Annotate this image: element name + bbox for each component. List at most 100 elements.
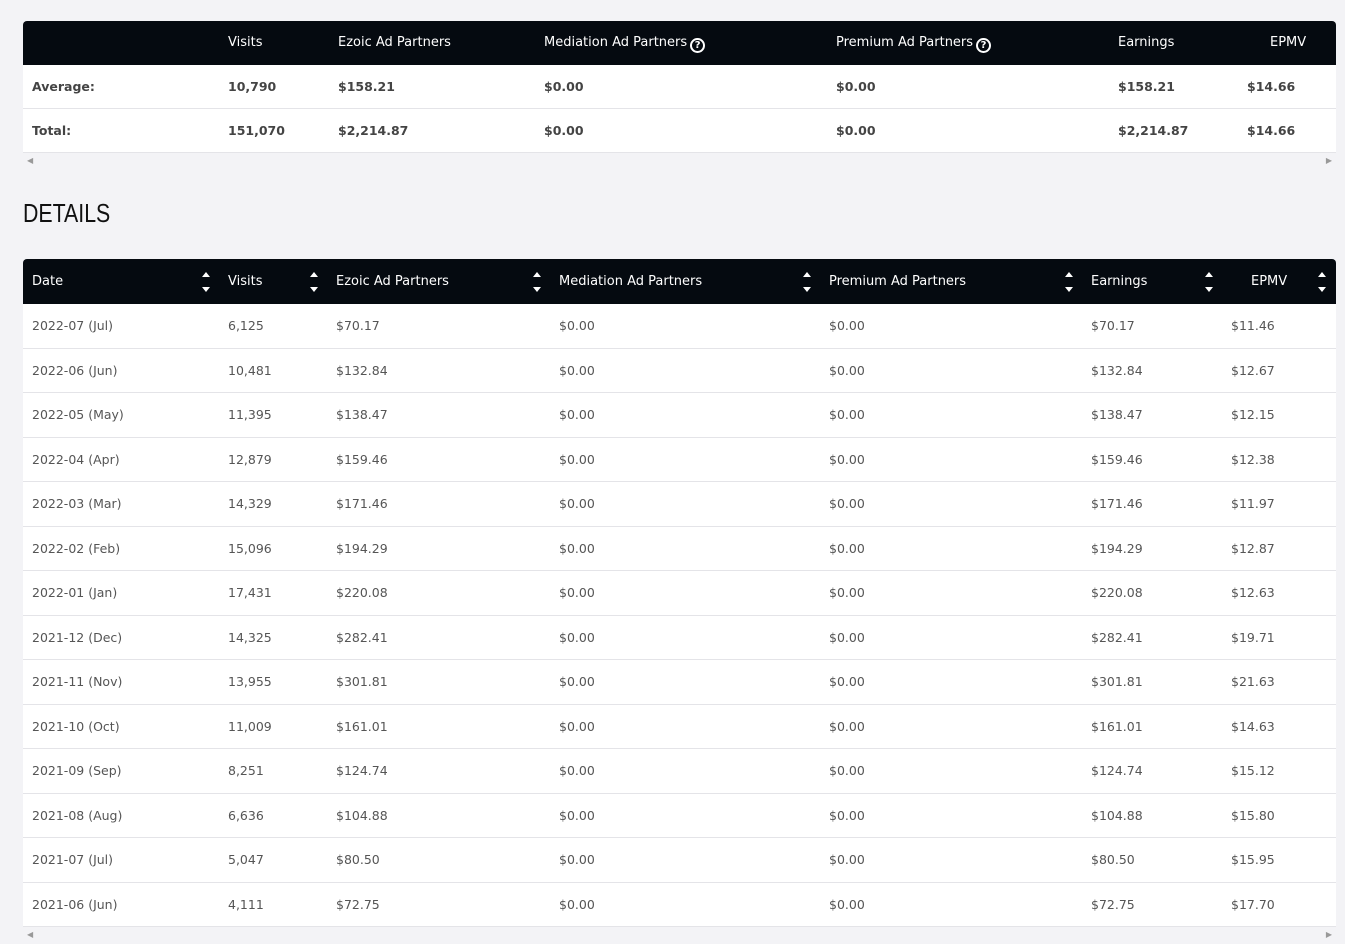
summary-label: Average: (32, 79, 95, 94)
sort-icon[interactable] (1205, 271, 1215, 293)
col-header-visits[interactable]: Visits (228, 259, 262, 304)
row-epmv: $17.70 (1231, 896, 1275, 912)
row-epmv: $15.95 (1231, 852, 1275, 867)
col-header-ezoic[interactable]: Ezoic Ad Partners (336, 259, 449, 304)
sort-icon[interactable] (1318, 271, 1328, 293)
table-row: 2021-06 (Jun) 4,111 $72.75 $0.00 $0.00 $72.75… (23, 882, 1336, 927)
row-visits: 14,325 (228, 629, 272, 645)
row-earnings: $301.81 (1091, 674, 1143, 689)
row-premium: $0.00 (829, 852, 865, 867)
row-premium: $0.00 (829, 674, 865, 689)
help-icon[interactable]: ? (976, 38, 992, 53)
scroll-left-arrow-icon[interactable]: ◀ (27, 930, 33, 940)
row-ezoic: $80.50 (336, 852, 380, 867)
row-ezoic: $301.81 (336, 674, 388, 689)
table-row: 2022-04 (Apr) 12,879 $159.46 $0.00 $0.00 $159… (23, 437, 1336, 482)
sort-icon[interactable] (803, 271, 813, 293)
row-earnings: $194.29 (1091, 540, 1143, 556)
summary-mediation: $0.00 (544, 79, 584, 94)
row-earnings: $138.47 (1091, 407, 1143, 422)
row-epmv: $12.38 (1231, 451, 1275, 467)
row-visits: 17,431 (228, 585, 272, 600)
summary-epmv: $14.66 (1247, 123, 1296, 138)
summary-premium: $0.00 (836, 123, 876, 138)
row-date: 2021-06 (Jun) (32, 896, 118, 912)
row-ezoic: $124.74 (336, 763, 388, 778)
row-visits: 11,395 (228, 407, 272, 422)
sort-icon[interactable] (1065, 271, 1075, 293)
row-date: 2022-07 (Jul) (32, 318, 114, 333)
row-epmv: $21.63 (1231, 674, 1275, 689)
row-date: 2021-09 (Sep) (32, 763, 122, 778)
row-mediation: $0.00 (559, 763, 595, 778)
row-date: 2021-12 (Dec) (32, 629, 123, 645)
summary-col-premium-label: Premium Ad Partners (836, 35, 974, 50)
row-ezoic: $104.88 (336, 807, 388, 823)
row-earnings: $161.01 (1091, 718, 1143, 734)
row-mediation: $0.00 (559, 852, 595, 867)
row-ezoic: $72.75 (336, 896, 380, 912)
row-premium: $0.00 (829, 718, 865, 734)
summary-epmv: $14.66 (1247, 79, 1296, 94)
scroll-right-arrow-icon[interactable]: ▶ (1326, 156, 1332, 166)
scroll-right-arrow-icon[interactable]: ▶ (1326, 930, 1332, 940)
scroll-left-arrow-icon[interactable]: ◀ (27, 156, 33, 166)
row-earnings: $159.46 (1091, 451, 1143, 467)
row-date: 2022-04 (Apr) (32, 451, 120, 467)
summary-col-visits: Visits (228, 35, 263, 50)
col-header-epmv[interactable]: EPMV (1251, 259, 1287, 304)
summary-ezoic: $158.21 (338, 79, 395, 94)
row-visits: 6,636 (228, 807, 264, 823)
row-premium: $0.00 (829, 763, 865, 778)
row-ezoic: $171.46 (336, 496, 388, 511)
row-epmv: $12.87 (1231, 540, 1275, 556)
row-mediation: $0.00 (559, 674, 595, 689)
row-visits: 15,096 (228, 540, 272, 556)
row-date: 2021-11 (Nov) (32, 674, 123, 689)
row-mediation: $0.00 (559, 585, 595, 600)
summary-table: Visits Ezoic Ad Partners Mediation Ad Pa… (23, 21, 1336, 171)
row-date: 2021-10 (Oct) (32, 718, 120, 734)
row-earnings: $132.84 (1091, 362, 1143, 378)
col-header-date[interactable]: Date (32, 259, 63, 304)
col-header-premium[interactable]: Premium Ad Partners (829, 259, 966, 304)
sort-icon[interactable] (310, 271, 320, 293)
row-earnings: $70.17 (1091, 318, 1135, 333)
table-row: 2022-02 (Feb) 15,096 $194.29 $0.00 $0.00 $194… (23, 526, 1336, 571)
row-visits: 13,955 (228, 674, 272, 689)
sort-icon[interactable] (533, 271, 543, 293)
row-date: 2022-05 (May) (32, 407, 124, 422)
row-visits: 14,329 (228, 496, 272, 511)
row-epmv: $12.67 (1231, 362, 1275, 378)
row-visits: 12,879 (228, 451, 272, 467)
summary-ezoic: $2,214.87 (338, 123, 409, 138)
row-premium: $0.00 (829, 496, 865, 511)
summary-scrollbar[interactable]: ◀ ▶ (23, 153, 1336, 171)
sort-icon[interactable] (202, 271, 212, 293)
col-header-mediation[interactable]: Mediation Ad Partners (559, 259, 702, 304)
row-ezoic: $194.29 (336, 540, 388, 556)
row-earnings: $72.75 (1091, 896, 1135, 912)
col-header-earnings[interactable]: Earnings (1091, 259, 1147, 304)
summary-col-mediation: Mediation Ad Partners? (544, 21, 706, 65)
row-ezoic: $70.17 (336, 318, 380, 333)
row-ezoic: $138.47 (336, 407, 388, 422)
details-scrollbar[interactable]: ◀ ▶ (23, 927, 1336, 944)
help-icon[interactable]: ? (690, 38, 706, 53)
row-epmv: $11.97 (1231, 496, 1275, 511)
row-mediation: $0.00 (559, 896, 595, 912)
row-earnings: $80.50 (1091, 852, 1135, 867)
row-premium: $0.00 (829, 451, 865, 467)
row-epmv: $15.12 (1231, 763, 1275, 778)
row-earnings: $104.88 (1091, 807, 1143, 823)
summary-header: Visits Ezoic Ad Partners Mediation Ad Pa… (23, 21, 1336, 65)
row-visits: 6,125 (228, 318, 264, 333)
row-earnings: $171.46 (1091, 496, 1143, 511)
row-epmv: $14.63 (1231, 718, 1275, 734)
summary-premium: $0.00 (836, 79, 876, 94)
row-ezoic: $159.46 (336, 451, 388, 467)
row-premium: $0.00 (829, 585, 865, 600)
row-visits: 10,481 (228, 362, 272, 378)
row-mediation: $0.00 (559, 407, 595, 422)
row-date: 2022-03 (Mar) (32, 496, 122, 511)
